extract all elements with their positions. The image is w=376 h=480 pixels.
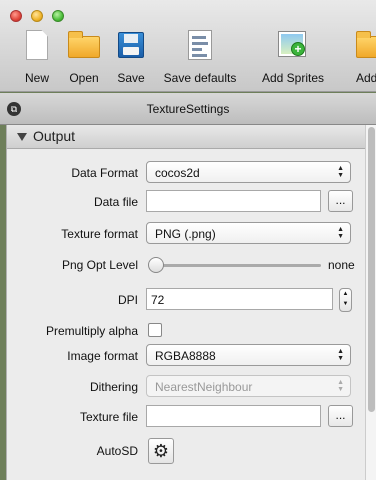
autosd-settings-button[interactable]: ⚙ [148,438,174,464]
vertical-scrollbar[interactable] [365,125,376,480]
texture-file-label: Texture file [79,410,138,424]
png-opt-level-label: Png Opt Level [61,258,138,272]
add-sprites-button[interactable]: + Add Sprites [262,30,324,85]
add-folder-button[interactable]: Add F [356,30,376,85]
select-arrows-icon: ▲ ▼ [337,226,344,240]
output-section-header[interactable]: Output [7,125,365,149]
texture-format-value: PNG (.png) [155,227,216,241]
zoom-window-button[interactable] [52,10,64,22]
data-format-select[interactable]: cocos2d ▲ ▼ [146,161,351,183]
new-label: New [24,71,50,85]
dithering-select[interactable]: NearestNeighbour ▲ ▼ [146,375,351,397]
image-format-row: Image format RGBA8888 ▲ ▼ [7,344,365,368]
data-format-label: Data Format [71,166,138,180]
gear-icon: ⚙ [152,441,170,461]
add-sprites-label: Add Sprites [261,71,325,85]
dpi-label: DPI [117,293,138,307]
save-button[interactable]: Save [115,30,147,85]
save-defaults-button[interactable]: Save defaults [164,30,236,85]
floppy-disk-icon [115,30,147,62]
premultiply-alpha-checkbox[interactable] [148,323,162,337]
data-file-row: Data file ... [7,190,365,214]
premultiply-alpha-row: Premultiply alpha [7,319,365,343]
dpi-stepper[interactable]: ▲ ▼ [339,288,352,312]
image-format-label: Image format [67,349,138,363]
select-arrows-icon: ▲ ▼ [337,165,344,179]
data-format-value: cocos2d [155,166,200,180]
png-opt-level-slider-knob[interactable] [148,257,164,273]
png-opt-level-value: none [328,258,355,272]
texture-settings-panel: Output Data Format cocos2d ▲ ▼ Data file … [6,125,365,480]
disclosure-triangle-icon[interactable] [17,133,27,141]
image-format-select[interactable]: RGBA8888 ▲ ▼ [146,344,351,366]
add-sprites-icon: + [277,30,309,62]
dithering-label: Dithering [89,380,138,394]
panel-title: TextureSettings [146,102,230,116]
texture-format-label: Texture format [61,227,138,241]
open-label: Open [69,71,99,85]
select-arrows-icon: ▲ ▼ [337,379,344,393]
image-format-value: RGBA8888 [155,349,216,363]
autosd-label: AutoSD [96,444,138,458]
new-document-icon [21,30,53,62]
open-button[interactable]: Open [68,30,100,85]
dithering-value: NearestNeighbour [155,380,253,394]
dithering-row: Dithering NearestNeighbour ▲ ▼ [7,375,365,399]
scrollbar-thumb[interactable] [368,127,375,412]
select-arrows-icon: ▲ ▼ [337,348,344,362]
add-folder-icon [356,30,376,62]
dpi-row: DPI 72 ▲ ▼ [7,288,365,312]
close-window-button[interactable] [10,10,22,22]
texture-file-browse-button[interactable]: ... [328,405,353,427]
texture-file-input[interactable] [146,405,321,427]
data-file-label: Data file [93,195,138,209]
png-opt-level-slider-track[interactable] [149,264,321,267]
premultiply-alpha-label: Premultiply alpha [45,324,138,338]
save-defaults-icon [184,30,216,62]
data-format-row: Data Format cocos2d ▲ ▼ [7,161,365,185]
save-defaults-label: Save defaults [163,71,237,85]
panel-titlebar: ⧉ TextureSettings [0,93,376,125]
add-folder-label: Add F [356,71,376,85]
window-toolbar: New Open Save Save defaults + Add Sprite… [0,0,376,92]
data-file-input[interactable] [146,190,321,212]
folder-icon [68,30,100,62]
minimize-window-button[interactable] [31,10,43,22]
autosd-row: AutoSD ⚙ [7,438,365,464]
texture-format-row: Texture format PNG (.png) ▲ ▼ [7,222,365,246]
png-opt-level-row: Png Opt Level none [7,253,365,277]
texture-file-row: Texture file ... [7,405,365,429]
output-section-title: Output [33,128,76,144]
texture-format-select[interactable]: PNG (.png) ▲ ▼ [146,222,351,244]
data-file-browse-button[interactable]: ... [328,190,353,212]
save-label: Save [117,71,145,85]
new-button[interactable]: New [21,30,53,85]
dpi-input[interactable]: 72 [146,288,333,310]
